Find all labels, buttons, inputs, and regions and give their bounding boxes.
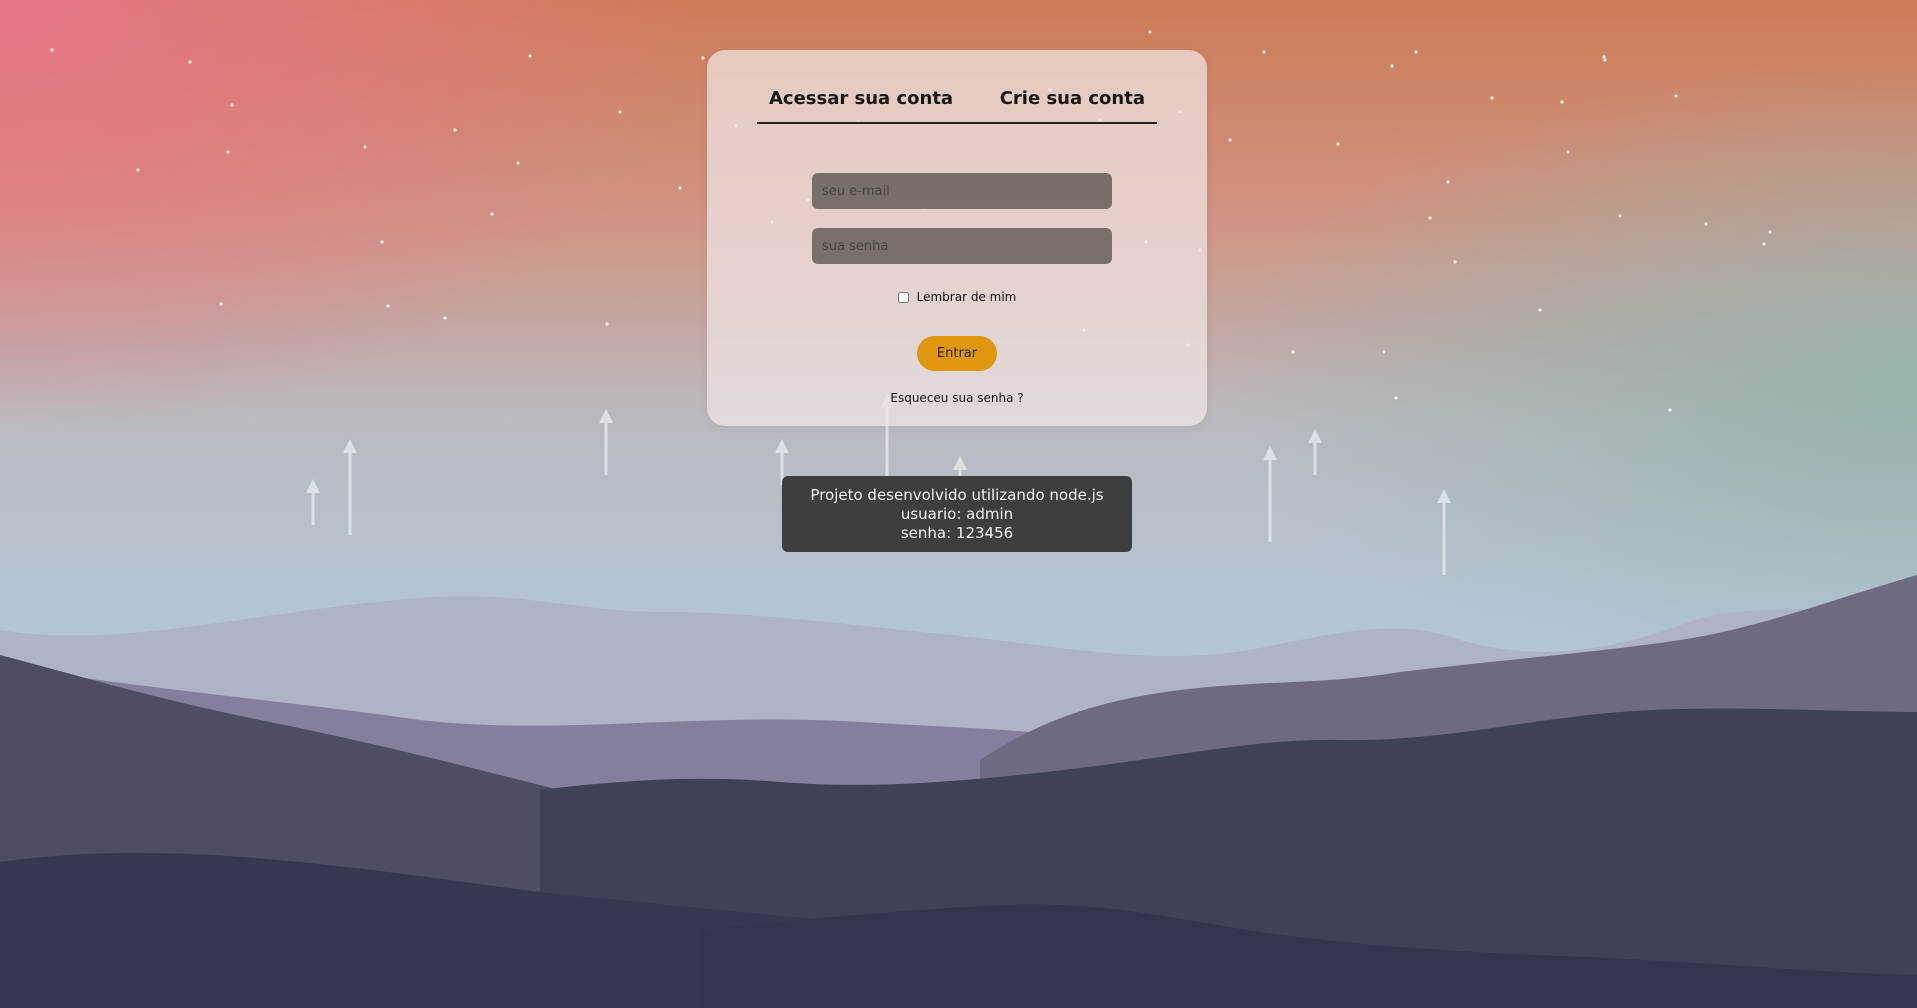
star bbox=[1390, 64, 1394, 68]
star bbox=[1414, 50, 1418, 54]
star bbox=[516, 161, 520, 165]
star bbox=[1560, 100, 1564, 104]
tab-underline bbox=[757, 122, 1157, 124]
star bbox=[136, 168, 140, 172]
star bbox=[1768, 230, 1772, 234]
info-line-project: Projeto desenvolvido utilizando node.js bbox=[810, 485, 1104, 504]
star bbox=[453, 128, 457, 132]
tab-signup[interactable]: Crie sua conta bbox=[988, 88, 1157, 109]
star bbox=[50, 48, 54, 52]
star bbox=[1603, 58, 1607, 62]
star bbox=[1453, 260, 1457, 264]
star bbox=[1262, 50, 1266, 54]
star bbox=[1704, 222, 1708, 226]
star bbox=[386, 304, 390, 308]
email-input[interactable] bbox=[812, 173, 1112, 209]
star bbox=[678, 186, 682, 190]
star bbox=[701, 56, 705, 60]
star bbox=[1674, 94, 1678, 98]
star bbox=[230, 103, 234, 107]
star bbox=[618, 110, 622, 114]
star bbox=[219, 302, 223, 306]
star bbox=[1291, 350, 1295, 354]
forgot-password-link[interactable]: Esqueceu sua senha ? bbox=[707, 391, 1207, 405]
star bbox=[490, 212, 494, 216]
star bbox=[1668, 408, 1672, 412]
star bbox=[1148, 30, 1152, 34]
star bbox=[1428, 216, 1432, 220]
star bbox=[1602, 55, 1606, 59]
remember-me: Lembrar de mim bbox=[707, 290, 1207, 304]
project-info-box: Projeto desenvolvido utilizando node.js … bbox=[782, 476, 1132, 552]
star bbox=[1394, 396, 1398, 400]
star bbox=[380, 240, 384, 244]
remember-me-label: Lembrar de mim bbox=[916, 290, 1017, 304]
star bbox=[1446, 180, 1450, 184]
star bbox=[443, 316, 447, 320]
star bbox=[226, 150, 230, 154]
info-line-password: senha: 123456 bbox=[900, 523, 1014, 542]
star bbox=[1228, 138, 1232, 142]
login-card: Acessar sua conta Crie sua conta Lembrar… bbox=[707, 50, 1207, 426]
star bbox=[1382, 350, 1386, 354]
tab-login[interactable]: Acessar sua conta bbox=[757, 88, 965, 109]
password-input[interactable] bbox=[812, 228, 1112, 264]
star bbox=[1490, 96, 1494, 100]
star bbox=[188, 60, 192, 64]
info-line-user: usuario: admin bbox=[900, 504, 1014, 523]
star bbox=[1336, 142, 1340, 146]
login-button[interactable]: Entrar bbox=[917, 336, 997, 371]
star bbox=[1762, 242, 1766, 246]
auth-tabs: Acessar sua conta Crie sua conta bbox=[757, 50, 1157, 124]
star bbox=[605, 322, 609, 326]
star bbox=[1618, 214, 1622, 218]
star bbox=[1538, 308, 1542, 312]
star bbox=[528, 54, 532, 58]
star bbox=[1566, 150, 1570, 154]
remember-me-checkbox[interactable] bbox=[897, 291, 909, 303]
star bbox=[363, 145, 367, 149]
